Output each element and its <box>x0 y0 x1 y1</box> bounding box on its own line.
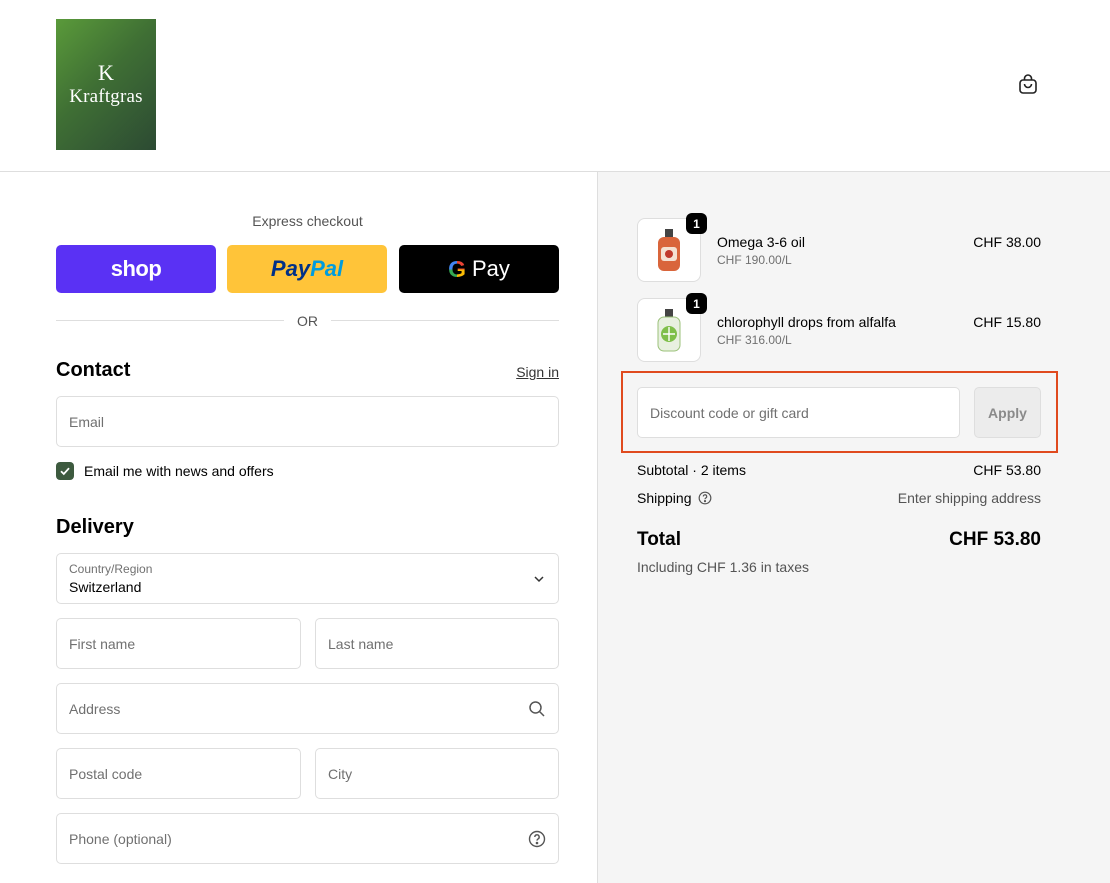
tax-note: Including CHF 1.36 in taxes <box>637 559 809 575</box>
express-checkout-label: Express checkout <box>252 213 363 229</box>
shopping-bag-icon[interactable] <box>1016 72 1040 96</box>
country-select[interactable]: Country/Region Switzerland <box>56 553 559 604</box>
country-label: Country/Region <box>69 562 153 576</box>
item-name: Omega 3-6 oil <box>717 234 805 250</box>
first-name-input[interactable] <box>57 619 300 668</box>
phone-field[interactable] <box>56 813 559 864</box>
shipping-value: Enter shipping address <box>897 490 1041 506</box>
chevron-down-icon <box>534 576 544 583</box>
search-icon[interactable] <box>528 700 546 718</box>
help-circle-icon[interactable] <box>528 830 546 848</box>
paypal-button[interactable]: Pay Pal <box>227 245 387 293</box>
help-circle-icon[interactable] <box>698 491 712 505</box>
newsletter-checkbox[interactable] <box>56 462 74 480</box>
address-input[interactable] <box>57 684 558 733</box>
apply-button[interactable]: Apply <box>974 387 1041 438</box>
item-unit-price: CHF 316.00/L <box>717 333 792 347</box>
item-price: CHF 38.00 <box>973 234 1041 250</box>
header: K Kraftgras <box>0 0 1110 172</box>
or-divider: OR <box>56 312 559 330</box>
line-item: 1 Omega 3-6 oil CHF 190.00/L CHF 38.00 <box>637 213 1041 282</box>
google-pay-button[interactable]: G Pay <box>399 245 559 293</box>
email-field[interactable] <box>56 396 559 447</box>
phone-input[interactable] <box>57 814 558 863</box>
discount-field[interactable] <box>637 387 960 438</box>
logo-text: Kraftgras <box>69 85 143 107</box>
postal-code-input[interactable] <box>57 749 300 798</box>
chlorophyll-bottle-icon <box>657 309 681 352</box>
address-field[interactable] <box>56 683 559 734</box>
postal-code-field[interactable] <box>56 748 301 799</box>
last-name-field[interactable] <box>315 618 559 669</box>
check-icon <box>60 467 70 476</box>
subtotal-label: Subtotal · 2 items <box>637 462 746 478</box>
order-summary: 1 Omega 3-6 oil CHF 190.00/L CHF 38.00 1… <box>597 172 1110 883</box>
discount-input[interactable] <box>638 388 959 437</box>
shop-pay-button[interactable]: shop <box>56 245 216 293</box>
city-input[interactable] <box>316 749 558 798</box>
item-name: chlorophyll drops from alfalfa <box>717 314 896 330</box>
brand-logo[interactable]: K Kraftgras <box>56 19 156 150</box>
shop-pay-label: shop <box>110 256 162 281</box>
newsletter-label: Email me with news and offers <box>84 463 274 479</box>
item-unit-price: CHF 190.00/L <box>717 253 792 267</box>
contact-title: Contact <box>56 359 131 381</box>
omega-oil-bottle-icon <box>658 229 680 271</box>
country-value: Switzerland <box>69 579 142 595</box>
shipping-label: Shipping <box>637 490 692 506</box>
newsletter-checkbox-row[interactable]: Email me with news and offers <box>56 462 274 480</box>
total-label: Total <box>637 529 681 550</box>
google-g-icon: G <box>448 255 466 282</box>
line-item: 1 chlorophyll drops from alfalfa CHF 316… <box>637 293 1041 362</box>
last-name-input[interactable] <box>316 619 558 668</box>
logo-mark: K <box>98 59 114 85</box>
quantity-badge: 1 <box>686 293 707 314</box>
sign-in-link[interactable]: Sign in <box>516 364 559 380</box>
city-field[interactable] <box>315 748 559 799</box>
quantity-badge: 1 <box>686 213 707 234</box>
email-input[interactable] <box>57 397 558 446</box>
delivery-title: Delivery <box>56 516 134 538</box>
or-label: OR <box>297 313 318 329</box>
item-price: CHF 15.80 <box>973 314 1041 330</box>
subtotal-value: CHF 53.80 <box>973 462 1041 478</box>
total-value: CHF 53.80 <box>949 529 1041 550</box>
google-pay-label: Pay <box>471 256 510 281</box>
paypal-label-pay: Pay <box>270 256 311 281</box>
paypal-label-pal: Pal <box>310 256 344 281</box>
first-name-field[interactable] <box>56 618 301 669</box>
